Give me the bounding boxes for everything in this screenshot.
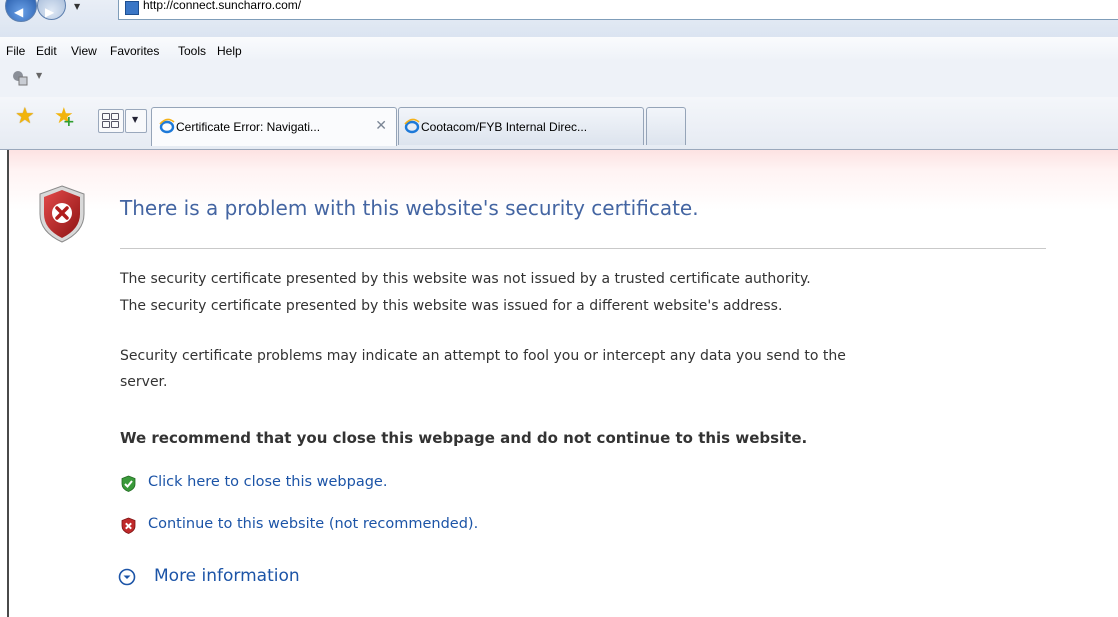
address-bar: ◀ ▶ ▼ http://connect.suncharro.com/: [0, 0, 1118, 37]
message-line-warning: Security certificate problems may indica…: [120, 348, 846, 364]
error-shield-icon: [39, 185, 85, 243]
chevron-down-icon[interactable]: ▼: [36, 71, 42, 80]
quick-tabs-icon[interactable]: [98, 109, 124, 133]
forward-button[interactable]: ▶: [37, 0, 66, 20]
internet-explorer-icon: [404, 118, 420, 134]
close-page-link-label[interactable]: Click here to close this webpage.: [148, 474, 387, 490]
tab-list-icon[interactable]: ▼: [125, 109, 147, 133]
message-line-mismatch: The security certificate presented by th…: [120, 298, 783, 314]
tab-title: Cootacom/FYB Internal Direc...: [421, 120, 588, 134]
menu-bar: File Edit View Favorites Tools Help: [0, 37, 1118, 61]
page-icon: [125, 1, 139, 15]
page-title: There is a problem with this website's s…: [120, 196, 699, 220]
message-line-untrusted: The security certificate presented by th…: [120, 271, 811, 287]
menu-help[interactable]: Help: [217, 44, 242, 58]
menu-favorites[interactable]: Favorites: [110, 44, 159, 58]
tab-certificate-error[interactable]: Certificate Error: Navigati... ✕: [151, 107, 397, 146]
expand-circle-icon: [118, 568, 136, 586]
command-bar: ▼: [0, 61, 1118, 97]
recommendation-text: We recommend that you close this webpage…: [120, 429, 808, 447]
favorites-star-icon[interactable]: ★: [15, 106, 35, 128]
url-field[interactable]: http://connect.suncharro.com/: [118, 0, 1118, 20]
internet-explorer-icon: [159, 118, 175, 134]
forward-arrow-icon: ▶: [45, 5, 55, 19]
menu-view[interactable]: View: [71, 44, 97, 58]
tab-title: Certificate Error: Navigati...: [176, 120, 321, 134]
page-content: [7, 150, 1118, 617]
translate-icon[interactable]: [12, 70, 28, 86]
back-arrow-icon: ◀: [14, 5, 24, 19]
menu-edit[interactable]: Edit: [36, 44, 57, 58]
close-tab-icon[interactable]: ✕: [375, 118, 387, 134]
continue-link-label[interactable]: Continue to this website (not recommende…: [148, 516, 478, 532]
menu-tools[interactable]: Tools: [178, 44, 206, 58]
url-text: http://connect.suncharro.com/: [143, 0, 302, 12]
green-shield-icon: [121, 475, 136, 492]
menu-file[interactable]: File: [6, 44, 25, 58]
back-button[interactable]: ◀: [5, 0, 37, 22]
more-information-label[interactable]: More information: [154, 566, 300, 586]
red-shield-icon: [121, 517, 136, 534]
tab-bar: ★ ★ + ▼ Certificate Error: Navigati... ✕ …: [0, 97, 1118, 150]
tab-internal-directory[interactable]: Cootacom/FYB Internal Direc...: [398, 107, 644, 145]
add-favorite-icon[interactable]: ★ +: [54, 106, 75, 131]
message-line-warning-cont: server.: [120, 374, 168, 390]
new-tab-button[interactable]: [646, 107, 686, 145]
divider: [120, 248, 1046, 249]
recent-pages-dropdown-icon[interactable]: ▼: [74, 2, 80, 11]
